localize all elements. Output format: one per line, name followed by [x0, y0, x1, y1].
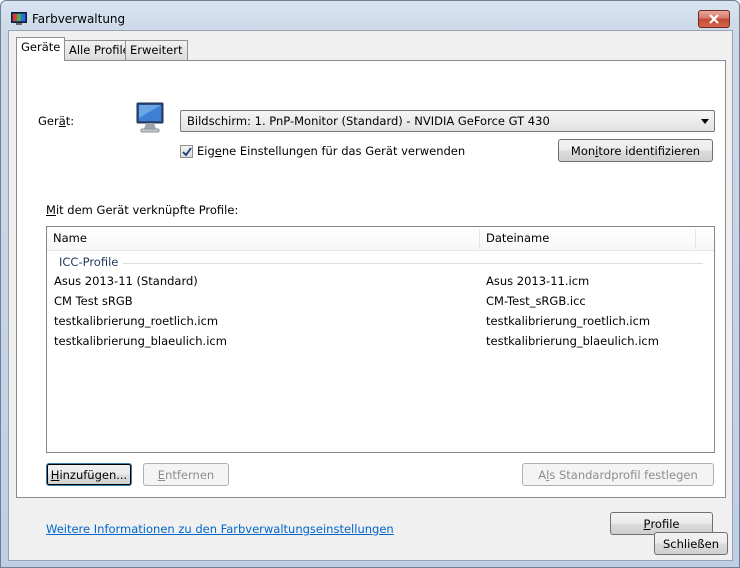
tab-all-profiles-label: Alle Profile	[69, 43, 130, 57]
profiles-list[interactable]: Name Dateiname ICC-Profile Asus 2013-11 …	[46, 226, 715, 453]
device-label: Gerät:	[38, 114, 75, 128]
column-header-filename[interactable]: Dateiname	[480, 227, 695, 250]
close-button[interactable]: Schließen	[654, 532, 728, 555]
dialog-client-area: Geräte Alle Profile Erweitert Gerät: Bil…	[8, 30, 733, 561]
profile-filename: testkalibrierung_roetlich.icm	[486, 314, 651, 328]
profile-name: testkalibrierung_blaeulich.icm	[54, 334, 227, 348]
use-own-settings-checkbox[interactable]	[180, 145, 193, 158]
profile-row[interactable]: testkalibrierung_roetlich.icm testkalibr…	[47, 312, 714, 332]
device-dropdown[interactable]: Bildschirm: 1. PnP-Monitor (Standard) - …	[180, 110, 715, 132]
remove-profile-button[interactable]: Entfernen	[143, 463, 229, 486]
profile-filename: Asus 2013-11.icm	[486, 274, 590, 288]
chevron-down-icon	[701, 119, 709, 124]
profile-name: Asus 2013-11 (Standard)	[54, 274, 198, 288]
linked-profiles-label: Mit dem Gerät verknüpfte Profile:	[46, 203, 239, 217]
column-header-name[interactable]: Name	[47, 227, 479, 250]
group-label-icc-profiles[interactable]: ICC-Profile	[59, 255, 118, 269]
profile-name: CM Test sRGB	[54, 294, 133, 308]
use-own-settings-label[interactable]: Eigene Einstellungen für das Gerät verwe…	[197, 144, 465, 158]
checkmark-icon	[182, 147, 192, 157]
add-profile-button[interactable]: Hinzufügen...	[46, 463, 132, 486]
profile-row[interactable]: CM Test sRGB CM-Test_sRGB.icc	[47, 292, 714, 312]
column-separator[interactable]	[695, 229, 696, 249]
profile-filename: testkalibrierung_blaeulich.icm	[486, 334, 659, 348]
profiles-list-header: Name Dateiname	[47, 227, 714, 251]
more-info-link[interactable]: Weitere Informationen zu den Farbverwalt…	[46, 522, 394, 536]
window-title: Farbverwaltung	[32, 12, 126, 26]
close-icon	[709, 14, 719, 24]
group-divider	[123, 263, 703, 264]
set-default-profile-button[interactable]: Als Standardprofil festlegen	[522, 463, 714, 486]
profile-name: testkalibrierung_roetlich.icm	[54, 314, 219, 328]
color-management-window: Farbverwaltung Geräte Alle Profile Erwei…	[0, 0, 740, 568]
tab-devices[interactable]: Geräte	[16, 37, 66, 61]
tab-devices-label: Geräte	[21, 40, 61, 54]
devices-tab-panel: Gerät: Bildschirm: 1. PnP-Monitor (Stand…	[16, 60, 726, 536]
window-close-button[interactable]	[698, 10, 730, 28]
profile-filename: CM-Test_sRGB.icc	[486, 294, 586, 308]
identify-monitors-button[interactable]: Mon i tore identifizieren	[558, 139, 713, 162]
device-dropdown-value: Bildschirm: 1. PnP-Monitor (Standard) - …	[187, 114, 550, 128]
monitor-icon	[136, 102, 166, 137]
profile-row[interactable]: testkalibrierung_blaeulich.icm testkalib…	[47, 332, 714, 352]
tab-advanced-label: Erweitert	[130, 43, 183, 57]
tab-advanced[interactable]: Erweitert	[125, 40, 188, 60]
profile-row[interactable]: Asus 2013-11 (Standard) Asus 2013-11.icm	[47, 272, 714, 292]
color-management-app-icon	[11, 12, 27, 26]
